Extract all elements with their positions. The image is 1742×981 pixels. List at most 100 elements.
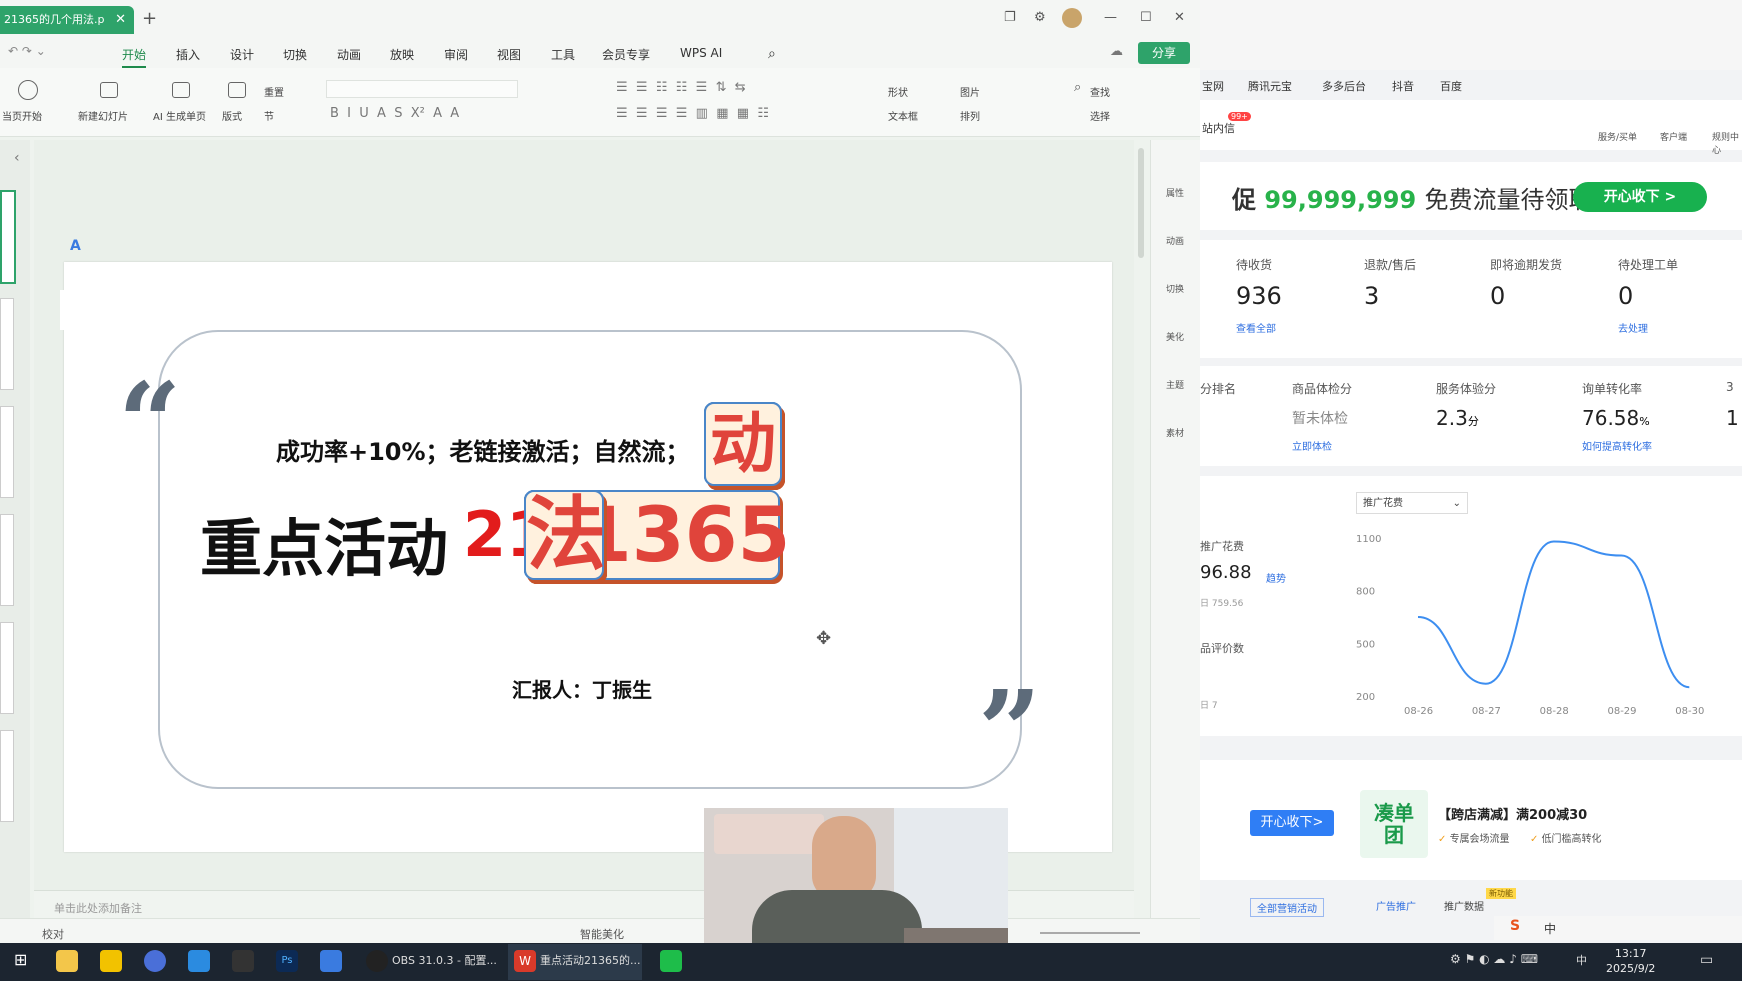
- reset-label[interactable]: 重置: [264, 84, 284, 99]
- wps-icon[interactable]: W: [514, 950, 536, 972]
- ai-page-icon[interactable]: [172, 82, 190, 98]
- layout-icon[interactable]: [228, 82, 246, 98]
- wps-ai-icon[interactable]: A: [70, 238, 81, 254]
- slide-thumbnail-6[interactable]: [0, 730, 14, 822]
- sogou-icon[interactable]: S: [1510, 918, 1520, 934]
- feishu-icon[interactable]: [320, 950, 342, 972]
- menu-animation[interactable]: 动画: [337, 46, 361, 63]
- start-icon[interactable]: ⊞: [14, 950, 27, 969]
- chart-metric-select[interactable]: 推广花费 ⌄: [1356, 492, 1468, 514]
- panel-properties[interactable]: 属性: [1163, 186, 1187, 199]
- menu-slideshow[interactable]: 放映: [390, 46, 414, 63]
- notification-icon[interactable]: ▭: [1700, 952, 1713, 968]
- new-tab-icon[interactable]: +: [142, 8, 157, 29]
- bookmark-yuanbao[interactable]: 腾讯元宝: [1248, 78, 1292, 94]
- textbox-label[interactable]: 文本框: [888, 108, 918, 123]
- browser-icon[interactable]: [144, 950, 166, 972]
- panel-assets[interactable]: 素材: [1163, 426, 1187, 439]
- tab-ads[interactable]: 广告推广: [1376, 898, 1416, 913]
- play-from-current-label[interactable]: 当页开始: [2, 108, 42, 123]
- panel-animation[interactable]: 动画: [1163, 234, 1187, 247]
- nav-client[interactable]: 客户端: [1660, 130, 1687, 143]
- tray-icons[interactable]: ⚙ ⚑ ◐ ☁ ♪ ⌨: [1450, 952, 1538, 966]
- nav-service[interactable]: 服务/买单: [1598, 130, 1637, 143]
- ime-mode[interactable]: 中: [1544, 920, 1556, 937]
- stat-link[interactable]: 去处理: [1618, 320, 1648, 335]
- select-label[interactable]: 选择: [1090, 108, 1110, 123]
- slide-thumbnail-1[interactable]: [0, 190, 16, 284]
- minimize-icon[interactable]: —: [1104, 10, 1117, 25]
- panel-theme[interactable]: 主题: [1163, 378, 1187, 391]
- bookmark-pdd[interactable]: 多多后台: [1322, 78, 1366, 94]
- slide-thumbnail-3[interactable]: [0, 406, 14, 498]
- collapse-panel-icon[interactable]: ‹: [14, 150, 20, 166]
- arrange-label[interactable]: 排列: [960, 108, 980, 123]
- share-button[interactable]: 分享: [1138, 42, 1190, 64]
- close-window-icon[interactable]: ✕: [1174, 10, 1185, 25]
- menu-home[interactable]: 开始: [122, 46, 147, 68]
- close-tab-icon[interactable]: ✕: [115, 6, 126, 34]
- menu-wps-ai[interactable]: WPS AI: [680, 46, 722, 60]
- panel-transition[interactable]: 切换: [1163, 282, 1187, 295]
- wechat-icon[interactable]: [660, 950, 682, 972]
- ai-page-label[interactable]: AI 生成单页: [153, 108, 206, 123]
- vertical-scrollbar[interactable]: [1138, 148, 1144, 258]
- notes-app-icon[interactable]: [100, 950, 122, 972]
- obs-icon[interactable]: [366, 950, 388, 972]
- menu-transition[interactable]: 切换: [283, 46, 307, 63]
- menu-member[interactable]: 会员专享: [602, 46, 650, 63]
- find-icon[interactable]: ⌕: [1074, 80, 1081, 95]
- menu-tools[interactable]: 工具: [551, 46, 575, 63]
- bookmark-baidu[interactable]: 百度: [1440, 78, 1462, 94]
- banner-claim-button[interactable]: 开心收下 >: [1573, 182, 1707, 212]
- align-icons[interactable]: ☰ ☰ ☰ ☰ ▥ ▦ ▦ ☷: [616, 106, 769, 121]
- menu-view[interactable]: 视图: [497, 46, 521, 63]
- stat-value[interactable]: 0: [1490, 282, 1505, 310]
- taskbar-wps-label[interactable]: 重点活动21365的...: [540, 952, 640, 968]
- nav-rules[interactable]: 规则中心: [1712, 130, 1742, 156]
- shape-label[interactable]: 形状: [888, 84, 908, 99]
- font-select[interactable]: [326, 80, 518, 98]
- section-label[interactable]: 节: [264, 108, 274, 123]
- bookmark-douyin[interactable]: 抖音: [1392, 78, 1414, 94]
- app-icon[interactable]: [188, 950, 210, 972]
- menu-design[interactable]: 设计: [230, 46, 254, 63]
- undo-icon[interactable]: ↶ ↷ ⌄: [8, 44, 46, 58]
- bookmark-taobao[interactable]: 宝网: [1202, 78, 1224, 94]
- taskbar-obs-label[interactable]: OBS 31.0.3 - 配置...: [392, 952, 497, 968]
- smart-beautify-label[interactable]: 智能美化: [580, 926, 624, 942]
- avatar[interactable]: [1062, 8, 1082, 28]
- inbox-label[interactable]: 站内信: [1202, 120, 1235, 136]
- slide-thumbnail-4[interactable]: [0, 514, 14, 606]
- stat-value[interactable]: 936: [1236, 282, 1282, 310]
- zoom-slider[interactable]: [1040, 932, 1140, 934]
- settings-icon[interactable]: ⚙: [1034, 10, 1046, 25]
- font-style-icons[interactable]: B I U A S X² A A: [330, 106, 459, 121]
- find-label[interactable]: 查找: [1090, 84, 1110, 99]
- slide-thumbnail-5[interactable]: [0, 622, 14, 714]
- stat-value[interactable]: 0: [1618, 282, 1633, 310]
- document-tab[interactable]: 21365的几个用法.p ✕: [0, 6, 134, 34]
- photoshop-icon[interactable]: Ps: [276, 950, 298, 972]
- tab-all-activities[interactable]: 全部营销活动: [1250, 898, 1324, 917]
- new-slide-icon[interactable]: [100, 82, 118, 98]
- stat-value[interactable]: 3: [1364, 282, 1379, 310]
- proofread-label[interactable]: 校对: [42, 926, 64, 942]
- metric-link[interactable]: 立即体检: [1292, 438, 1332, 453]
- file-explorer-icon[interactable]: [56, 950, 78, 972]
- paragraph-icons[interactable]: ☰ ☰ ☷ ☷ ☰ ⇅ ⇆: [616, 80, 746, 95]
- tab-ad-data[interactable]: 推广数据: [1444, 898, 1484, 913]
- ad-spend-trend[interactable]: 趋势: [1266, 570, 1286, 585]
- cloud-icon[interactable]: ☁: [1110, 44, 1123, 59]
- search-icon[interactable]: ⌕: [768, 46, 776, 62]
- taskbar-clock[interactable]: 13:17 2025/9/2: [1606, 946, 1655, 976]
- panel-beautify[interactable]: 美化: [1163, 330, 1187, 343]
- tray-ime[interactable]: 中: [1576, 952, 1587, 968]
- slide-thumbnail-2[interactable]: [0, 298, 14, 390]
- layout-label[interactable]: 版式: [222, 108, 242, 123]
- picture-label[interactable]: 图片: [960, 84, 980, 99]
- restore-icon[interactable]: ❐: [1004, 10, 1016, 25]
- promo-claim-button[interactable]: 开心收下>: [1250, 810, 1334, 836]
- maximize-icon[interactable]: ☐: [1140, 10, 1152, 25]
- menu-review[interactable]: 审阅: [444, 46, 468, 63]
